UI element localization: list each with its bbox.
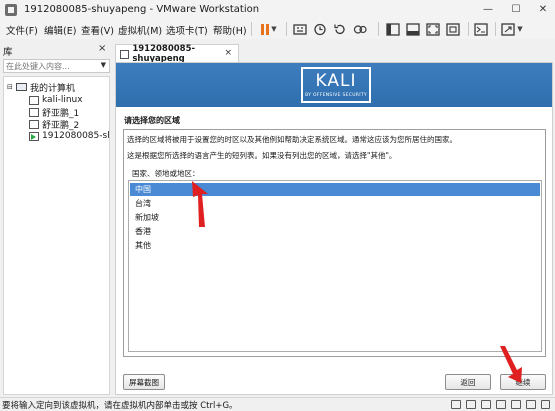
annotation-arrow-icon (500, 346, 522, 383)
installer-section-title: 请选择您的区域 (124, 116, 180, 125)
tree-item-vm-1[interactable]: 舒亚鹏_1 (29, 106, 79, 119)
snapshot-button[interactable] (311, 20, 329, 38)
usb-icon[interactable] (496, 400, 506, 409)
chevron-down-icon[interactable]: ▼ (101, 61, 106, 69)
tree-item-vm-2[interactable]: 舒亚鹏_2 (29, 118, 80, 131)
menu-help[interactable]: 帮助(H) (213, 23, 247, 37)
network-icon[interactable] (481, 400, 491, 409)
bottom-bar-layout-icon (406, 22, 420, 36)
toolbar-separator (468, 22, 469, 36)
vm-icon (120, 49, 130, 59)
vm-tab-strip: 1912080085-shuyapeng × (113, 41, 555, 64)
toolbar-separator (286, 22, 287, 36)
computer-icon (16, 83, 27, 91)
display-icon[interactable] (526, 400, 536, 409)
sidebar-layout-icon (386, 22, 400, 36)
vm-running-icon (29, 131, 39, 141)
back-button[interactable]: 返回 (445, 374, 491, 390)
full-screen-button[interactable] (424, 20, 442, 38)
toolbar-separator (495, 22, 496, 36)
tab-vm[interactable]: 1912080085-shuyapeng × (115, 44, 239, 64)
console-view-button[interactable] (472, 20, 490, 38)
tab-label: 1912080085-shuyapeng (132, 44, 196, 64)
toolbar-separator (251, 22, 252, 36)
library-tree: ⊟ 我的计算机 kali-linux 舒亚鹏_1 舒亚鹏_2 191208008… (3, 76, 110, 395)
library-search: ▼ (3, 59, 110, 73)
vm-icon (29, 107, 39, 117)
library-close-button[interactable]: × (98, 43, 106, 54)
tree-root-my-computer[interactable]: ⊟ 我的计算机 (7, 81, 76, 94)
sound-icon[interactable] (511, 400, 521, 409)
status-bar: 要将输入定向到该虚拟机，请在虚拟机内部单击或按 Ctrl+G。 (0, 397, 555, 411)
revert-snapshot-button[interactable] (331, 20, 349, 38)
installer-hint: 这是根据您所选择的语言产生的短列表。如果没有列出您的区域，请选择"其他"。 (127, 151, 397, 160)
stretch-icon (501, 22, 515, 36)
tree-item-kali-linux[interactable]: kali-linux (29, 94, 83, 106)
title-bar: 1912080085-shuyapeng - VMware Workstatio… (0, 0, 555, 19)
send-ctrl-alt-del-button[interactable] (291, 20, 309, 38)
library-header: 库 × (0, 41, 112, 58)
vm-guest-screen[interactable]: KALI BY OFFENSIVE SECURITY 请选择您的区域 选择的区域… (115, 62, 553, 395)
vm-icon (29, 119, 39, 129)
vmware-app-icon (5, 3, 17, 16)
close-window-button[interactable]: ✕ (529, 0, 555, 19)
message-icon[interactable] (541, 400, 550, 409)
kali-brand-sub: BY OFFENSIVE SECURITY (305, 93, 367, 98)
keyboard-send-icon (293, 23, 307, 35)
tree-item-label: 1912080085-shuyapeng (42, 131, 109, 141)
terminal-icon (474, 22, 488, 36)
kali-logo: KALI BY OFFENSIVE SECURITY (301, 67, 371, 103)
stretch-view-button[interactable]: ▼ (500, 20, 524, 38)
hard-disk-icon[interactable] (451, 400, 461, 409)
pause-icon (261, 23, 270, 35)
snapshot-clock-icon (314, 23, 326, 35)
chevron-down-icon: ▼ (517, 25, 523, 33)
region-option[interactable]: 其他 (130, 239, 540, 252)
annotation-arrow-icon (192, 181, 208, 227)
toolbar-separator (378, 22, 379, 36)
tab-close-button[interactable]: × (224, 48, 232, 58)
full-screen-icon (426, 22, 440, 36)
show-library-button[interactable] (384, 20, 402, 38)
menu-file[interactable]: 文件(F) (6, 23, 38, 37)
minimize-button[interactable]: — (474, 0, 502, 19)
menu-tabs[interactable]: 选项卡(T) (166, 23, 208, 37)
revert-icon (334, 24, 345, 34)
pause-button[interactable]: ▼ (256, 20, 282, 38)
menu-view[interactable]: 查看(V) (81, 23, 114, 37)
maximize-button[interactable]: ☐ (502, 0, 530, 19)
snapshot-manager-button[interactable] (351, 20, 369, 38)
installer-frame: 选择的区域将被用于设置您的时区以及其他例如帮助决定系统区域。通常这应该为您所居住… (123, 129, 546, 357)
kali-brand: KALI (315, 71, 357, 91)
installer-description: 选择的区域将被用于设置您的时区以及其他例如帮助决定系统区域。通常这应该为您所居住… (127, 135, 457, 144)
tree-item-label: kali-linux (42, 95, 83, 105)
tree-item-label: 舒亚鹏_2 (42, 120, 80, 131)
unity-button[interactable] (444, 20, 462, 38)
window-title: 1912080085-shuyapeng - VMware Workstatio… (24, 4, 260, 15)
unity-icon (446, 22, 460, 36)
thumbnail-bar-button[interactable] (404, 20, 422, 38)
collapse-icon[interactable]: ⊟ (7, 83, 16, 91)
tree-item-running-vm[interactable]: 1912080085-shuyapeng (29, 130, 109, 142)
vm-icon (29, 95, 39, 105)
chevron-down-icon: ▼ (271, 25, 277, 33)
snapshot-manager-icon (353, 24, 367, 34)
library-search-input[interactable] (4, 60, 96, 72)
library-title: 库 (3, 47, 13, 58)
cd-rom-icon[interactable] (466, 400, 476, 409)
kali-banner: KALI BY OFFENSIVE SECURITY (116, 63, 552, 107)
menu-edit[interactable]: 编辑(E) (44, 23, 76, 37)
tree-root-label: 我的计算机 (30, 83, 76, 94)
screenshot-button[interactable]: 屏幕截图 (123, 374, 165, 390)
status-message: 要将输入定向到该虚拟机，请在虚拟机内部单击或按 Ctrl+G。 (2, 401, 238, 411)
menu-vm[interactable]: 虚拟机(M) (118, 23, 162, 37)
